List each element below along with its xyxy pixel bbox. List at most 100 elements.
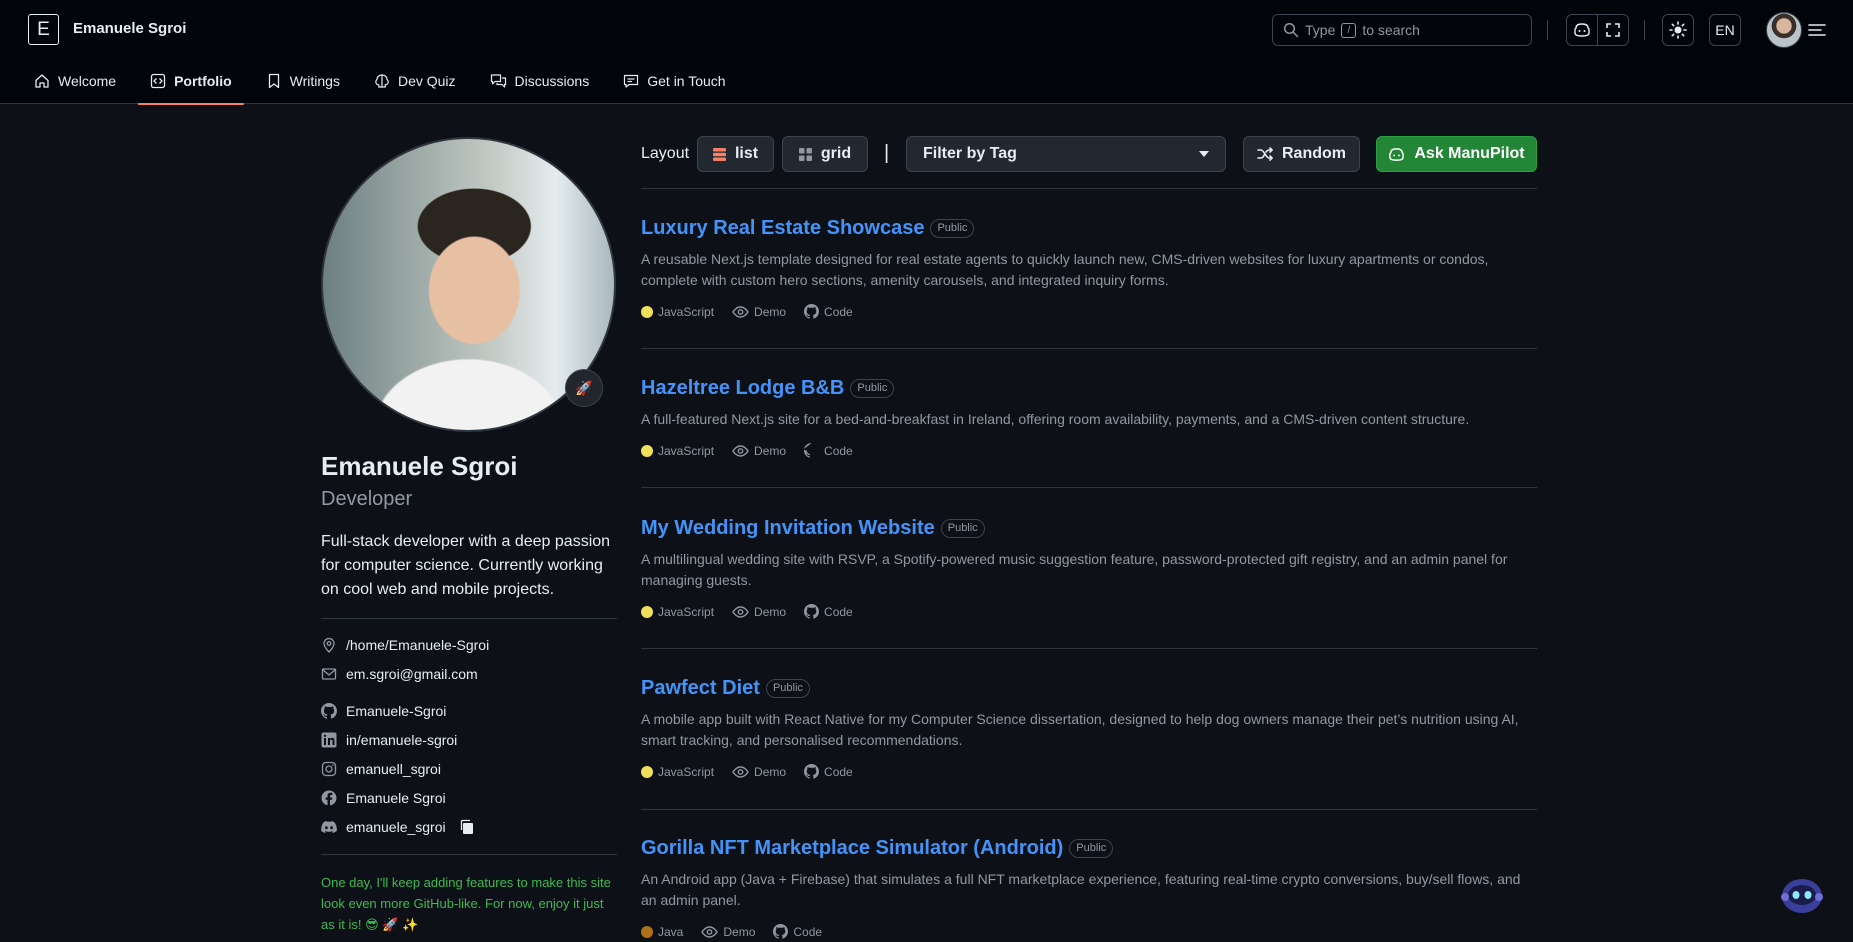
header-divider (1644, 20, 1645, 40)
discord-username: emanuele_sgroi (346, 819, 446, 835)
demo-link[interactable]: Demo (732, 305, 786, 319)
chatbot-icon[interactable] (1780, 874, 1824, 914)
search-shortcut-key: / (1341, 22, 1357, 38)
search-icon (1283, 22, 1299, 38)
envelope-icon (321, 668, 337, 680)
search-input[interactable]: Type / to search (1272, 14, 1532, 46)
fullscreen-button[interactable] (1597, 14, 1629, 46)
demo-label: Demo (754, 764, 787, 779)
facebook-icon (321, 790, 337, 806)
instagram-row[interactable]: emanuell_sgroi (321, 761, 441, 777)
demo-link[interactable]: Demo (732, 765, 786, 779)
controls-divider (641, 188, 1537, 189)
profile-role: Developer (321, 488, 413, 510)
random-button[interactable]: Random (1243, 136, 1360, 172)
profile-name: Emanuele Sgroi (321, 451, 518, 481)
status-rocket-icon[interactable]: 🚀 (565, 369, 603, 407)
code-label: Code (824, 304, 853, 319)
project-title-link[interactable]: Pawfect Diet (641, 677, 760, 700)
copilot-button[interactable] (1566, 14, 1598, 46)
linkedin-link[interactable]: in/emanuele-sgroi (346, 732, 457, 748)
instagram-link[interactable]: emanuell_sgroi (346, 761, 441, 777)
top-header: E Emanuele Sgroi Type / to search EN Wel… (0, 0, 1853, 105)
project-title-link[interactable]: Gorilla NFT Marketplace Simulator (Andro… (641, 837, 1063, 860)
fullscreen-icon (1606, 23, 1620, 37)
tab-label: Welcome (58, 73, 117, 89)
ask-manupilot-button[interactable]: Ask ManuPilot (1376, 136, 1537, 172)
search-text-after: to search (1362, 22, 1420, 38)
linkedin-row[interactable]: in/emanuele-sgroi (321, 732, 457, 748)
logo-letter: E (37, 18, 50, 40)
tab-portfolio[interactable]: Portfolio (138, 58, 244, 105)
tab-welcome[interactable]: Welcome (22, 58, 128, 104)
visibility-badge: Public (1069, 839, 1114, 858)
demo-link[interactable]: Demo (732, 605, 786, 619)
facebook-row[interactable]: Emanuele Sgroi (321, 790, 446, 806)
facebook-link[interactable]: Emanuele Sgroi (346, 790, 446, 806)
tab-discussions[interactable]: Discussions (478, 58, 602, 104)
grid-layout-button[interactable]: grid (782, 136, 868, 172)
demo-link[interactable]: Demo (732, 444, 786, 458)
email-row[interactable]: em.sgroi@gmail.com (321, 666, 478, 682)
github-icon (804, 604, 820, 619)
list-label: list (734, 145, 759, 162)
language-button[interactable]: EN (1709, 14, 1741, 46)
project-language: JavaScript (641, 305, 714, 319)
language-label: JavaScript (658, 304, 715, 319)
eye-icon (732, 444, 749, 457)
hamburger-menu-icon[interactable] (1808, 22, 1826, 38)
profile-footer-note: One day, I'll keep adding features to ma… (321, 875, 611, 932)
demo-link[interactable]: Demo (701, 925, 755, 939)
owner-name[interactable]: Emanuele Sgroi (73, 20, 186, 37)
github-icon (773, 924, 789, 939)
filter-label: Filter by Tag (923, 145, 1017, 162)
copy-icon[interactable] (459, 819, 475, 835)
project-divider (641, 648, 1537, 649)
user-avatar[interactable] (1766, 12, 1802, 48)
language-color-dot (641, 605, 653, 618)
discord-row[interactable]: emanuele_sgroi (321, 819, 475, 835)
tab-label: Writings (289, 73, 340, 89)
project-item: Luxury Real Estate Showcase Public A reu… (641, 217, 1537, 319)
project-language: JavaScript (641, 765, 714, 779)
project-title-link[interactable]: My Wedding Invitation Website (641, 517, 935, 540)
code-label: Code (824, 604, 853, 619)
project-title-link[interactable]: Luxury Real Estate Showcase (641, 217, 924, 240)
project-language: JavaScript (641, 444, 714, 458)
tab-get-in-touch[interactable]: Get in Touch (611, 58, 737, 104)
language-color-dot (641, 765, 653, 778)
copilot-icon (1574, 23, 1590, 37)
location-pin-icon (323, 637, 335, 653)
code-link[interactable]: Code (773, 924, 822, 939)
project-title-link[interactable]: Hazeltree Lodge B&B (641, 377, 844, 400)
github-icon (804, 764, 820, 779)
language-color-dot (641, 925, 653, 938)
code-link[interactable]: Code (804, 604, 853, 619)
tab-label: Dev Quiz (397, 73, 456, 89)
comment-discussion-icon (490, 74, 506, 88)
filter-by-tag-dropdown[interactable]: Filter by Tag (906, 136, 1226, 172)
email-link[interactable]: em.sgroi@gmail.com (346, 666, 478, 682)
tab-dev-quiz[interactable]: Dev Quiz (362, 58, 468, 104)
eye-icon (701, 925, 719, 938)
site-logo[interactable]: E (28, 14, 59, 45)
list-layout-button[interactable]: list (697, 136, 774, 172)
project-language: Java (641, 925, 683, 939)
eye-icon (732, 765, 749, 778)
tab-writings[interactable]: Writings (254, 58, 352, 104)
code-link[interactable]: Code (804, 443, 853, 458)
project-divider (641, 809, 1537, 810)
location-text: /home/Emanuele-Sgroi (346, 637, 490, 653)
code-link[interactable]: Code (804, 764, 853, 779)
github-link[interactable]: Emanuele-Sgroi (346, 703, 446, 719)
portfolio-controls: Layout list grid | Filter by Tag Random … (641, 136, 1537, 172)
mail-icon (624, 74, 639, 88)
github-row[interactable]: Emanuele-Sgroi (321, 703, 446, 719)
theme-toggle-button[interactable] (1662, 14, 1694, 46)
instagram-icon (321, 761, 337, 777)
eye-icon (732, 605, 749, 618)
tab-label: Get in Touch (647, 73, 726, 89)
demo-label: Demo (754, 304, 787, 319)
language-color-dot (641, 305, 653, 318)
code-link[interactable]: Code (804, 304, 853, 319)
